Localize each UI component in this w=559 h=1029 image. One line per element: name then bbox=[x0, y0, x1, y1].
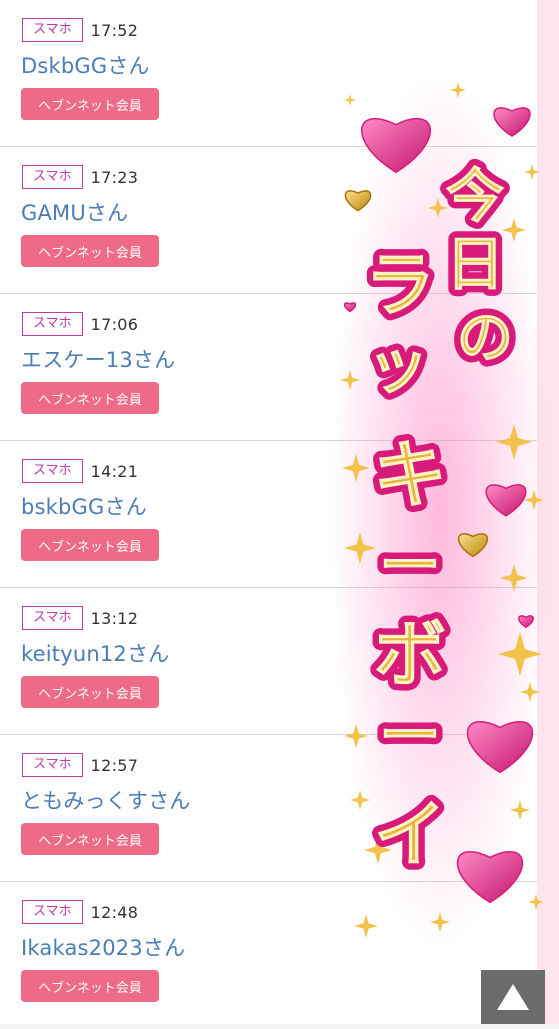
banner-title-char: ー bbox=[379, 529, 441, 602]
banner-title-char: ー bbox=[379, 699, 441, 772]
member-badge-button[interactable]: ヘブンネット会員 bbox=[21, 676, 159, 708]
sparkle-icon bbox=[524, 164, 540, 180]
visit-time: 14:21 bbox=[90, 461, 139, 481]
device-badge: スマホ bbox=[22, 606, 83, 630]
visitor-name-link[interactable]: ともみっくすさん bbox=[21, 785, 191, 815]
visit-time: 12:57 bbox=[90, 755, 139, 775]
entry-meta: スマホ 17:06 bbox=[22, 312, 138, 336]
sparkle-icon bbox=[354, 914, 378, 938]
triangle-up-icon bbox=[497, 984, 529, 1010]
entry-meta: スマホ 13:12 bbox=[22, 606, 138, 630]
scroll-to-top-button[interactable] bbox=[481, 970, 545, 1024]
visit-time: 12:48 bbox=[90, 902, 139, 922]
visit-time: 17:06 bbox=[90, 314, 139, 334]
entry-meta: スマホ 17:23 bbox=[22, 165, 138, 189]
sparkle-icon bbox=[528, 894, 544, 910]
banner-title-char: ラ bbox=[365, 244, 435, 326]
heart-icon bbox=[493, 107, 531, 137]
member-badge-button[interactable]: ヘブンネット会員 bbox=[21, 529, 159, 561]
banner-title-char: 日 bbox=[446, 230, 504, 298]
device-badge: スマホ bbox=[22, 312, 83, 336]
visit-time: 17:52 bbox=[90, 20, 139, 40]
entry-meta: スマホ 14:21 bbox=[22, 459, 138, 483]
sparkle-icon bbox=[344, 94, 356, 106]
member-badge-button[interactable]: ヘブンネット会員 bbox=[21, 970, 159, 1002]
visitor-name-link[interactable]: GAMUさん bbox=[21, 197, 128, 227]
banner-title-char: ッ bbox=[367, 329, 429, 402]
device-badge: スマホ bbox=[22, 753, 83, 777]
visitor-name-link[interactable]: bskbGGさん bbox=[21, 491, 147, 521]
banner-title-char: キ bbox=[373, 433, 447, 519]
member-badge-button[interactable]: ヘブンネット会員 bbox=[21, 823, 159, 855]
visitor-name-link[interactable]: Ikakas2023さん bbox=[21, 932, 185, 962]
entry-meta: スマホ 17:52 bbox=[22, 18, 138, 42]
entry-meta: スマホ 12:57 bbox=[22, 753, 138, 777]
visitor-name-link[interactable]: DskbGGさん bbox=[21, 50, 150, 80]
visit-time: 17:23 bbox=[90, 167, 139, 187]
device-badge: スマホ bbox=[22, 459, 83, 483]
banner-title-char: イ bbox=[374, 793, 446, 877]
visitor-name-link[interactable]: エスケー13さん bbox=[21, 344, 175, 374]
visit-time: 13:12 bbox=[90, 608, 139, 628]
member-badge-button[interactable]: ヘブンネット会員 bbox=[21, 88, 159, 120]
device-badge: スマホ bbox=[22, 900, 83, 924]
member-badge-button[interactable]: ヘブンネット会員 bbox=[21, 382, 159, 414]
visitor-name-link[interactable]: keityun12さん bbox=[21, 638, 169, 668]
device-badge: スマホ bbox=[22, 18, 83, 42]
banner-title-char: の bbox=[457, 306, 513, 371]
device-badge: スマホ bbox=[22, 165, 83, 189]
banner-title-char: ボ bbox=[374, 613, 446, 697]
lucky-boy-banner: 今今日日ののララッッキキーーボボーーイイ bbox=[330, 80, 550, 950]
entry-meta: スマホ 12:48 bbox=[22, 900, 138, 924]
member-badge-button[interactable]: ヘブンネット会員 bbox=[21, 235, 159, 267]
banner-title-char: 今 bbox=[446, 162, 504, 230]
